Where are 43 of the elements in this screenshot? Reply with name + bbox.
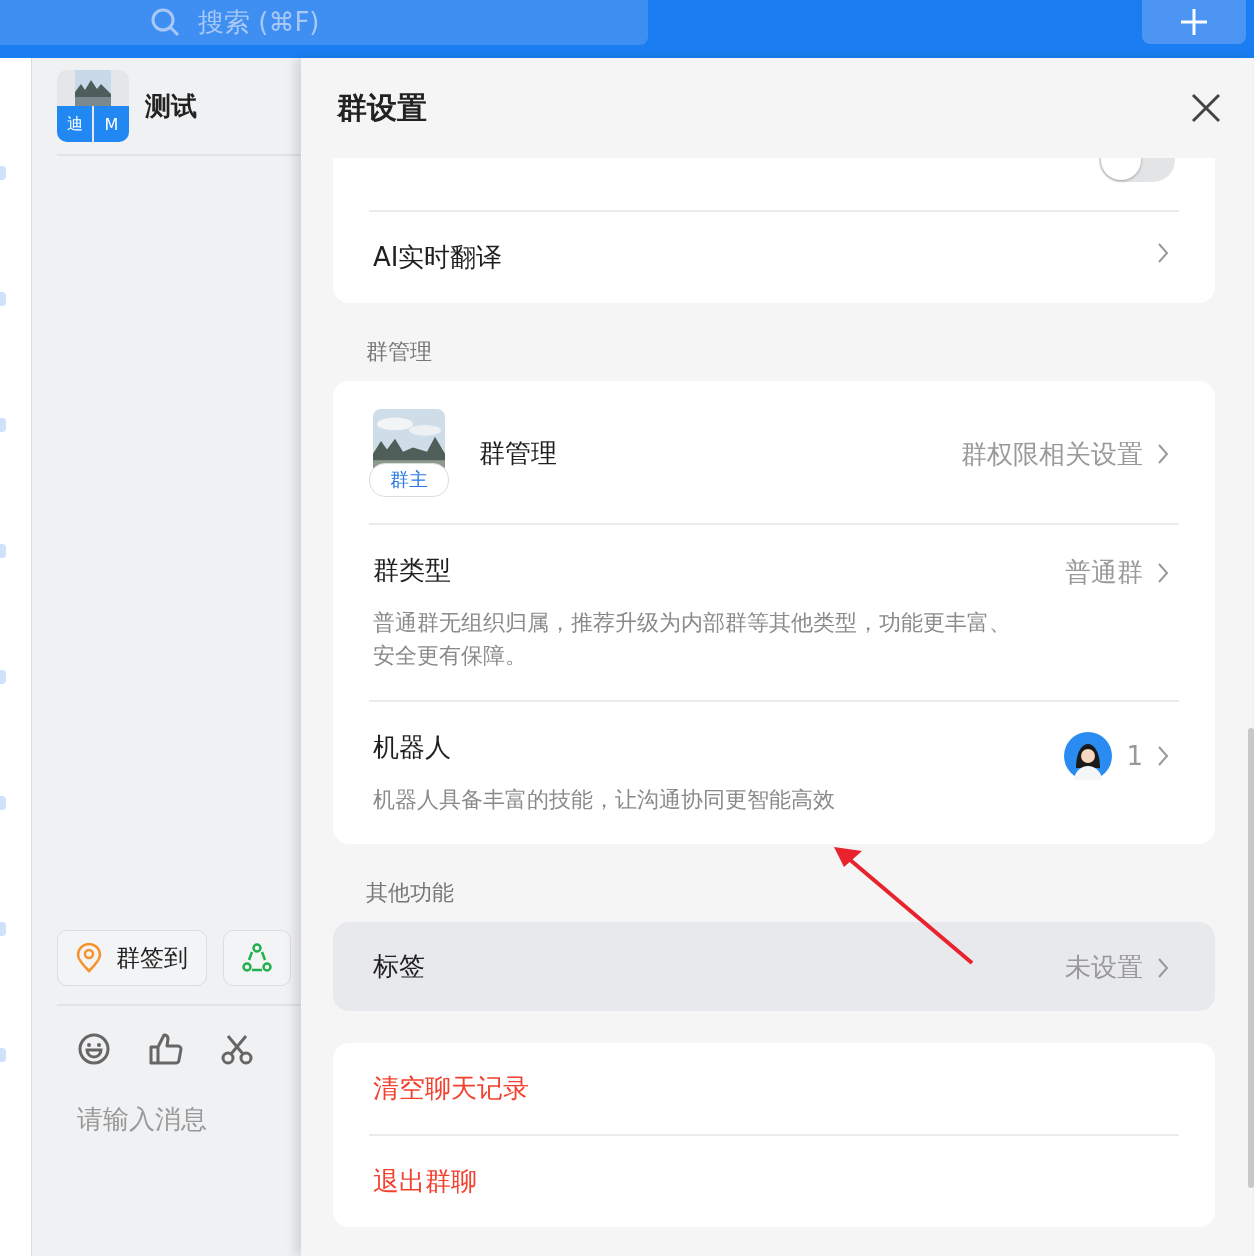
row-description: 普通群无组织归属，推荐升级为内部群等其他类型，功能更丰富、安全更有保障。 <box>373 609 1012 670</box>
avatar-icon <box>1064 732 1113 780</box>
section-heading: 其他功能 <box>365 879 454 907</box>
plus-icon <box>1179 7 1209 37</box>
row-label: 群管理 <box>479 436 557 470</box>
shortcut-button[interactable] <box>223 930 291 986</box>
robot-count: 1 <box>1126 741 1143 771</box>
section-heading: 群管理 <box>365 338 432 366</box>
chevron-right-icon <box>1157 956 1169 979</box>
row-description: 机器人具备丰富的技能，让沟通协同更智能高效 <box>373 786 835 814</box>
row-label: 群类型 <box>373 554 452 587</box>
row-label: 标签 <box>373 950 425 983</box>
group-name: 测试 <box>145 89 197 123</box>
chevron-right-icon <box>1157 561 1169 584</box>
settings-row[interactable]: 标签 未设置 <box>333 922 1215 1011</box>
search-placeholder: 搜索 (⌘F) <box>198 6 320 39</box>
danger-action[interactable]: 退出群聊 <box>333 1136 1215 1227</box>
panel-title: 群设置 <box>337 88 427 127</box>
shortcut-button[interactable]: 群签到 <box>57 930 207 986</box>
settings-row[interactable]: AI实时翻译 <box>333 212 1215 303</box>
row-value: 群权限相关设置 <box>961 437 1143 471</box>
chevron-right-icon <box>1157 443 1169 465</box>
thumbs-up-icon[interactable] <box>149 1033 183 1065</box>
settings-row[interactable]: 群类型 普通群无组织归属，推荐升级为内部群等其他类型，功能更丰富、安全更有保障。 普通群 <box>333 525 1215 700</box>
smiley-icon[interactable] <box>77 1032 111 1066</box>
location-pin-icon <box>76 943 102 973</box>
row-label: 机器人 <box>373 731 452 764</box>
add-button[interactable] <box>1142 0 1246 44</box>
avatar-tile: M <box>94 106 129 142</box>
settings-row[interactable]: 群主 群管理 群权限相关设置 <box>333 381 1215 523</box>
row-value: 未设置 <box>1065 951 1143 984</box>
chevron-right-icon <box>1157 242 1169 264</box>
close-button[interactable] <box>1191 93 1221 123</box>
search-icon <box>150 6 182 39</box>
three-nodes-icon <box>242 943 272 973</box>
owner-badge: 群主 <box>369 463 449 497</box>
row-value: 普通群 <box>1065 556 1143 589</box>
scissors-icon[interactable] <box>221 1033 253 1065</box>
danger-action[interactable]: 清空聊天记录 <box>333 1043 1215 1134</box>
chevron-right-icon <box>1157 745 1169 767</box>
avatar-tile: 迪 <box>57 106 92 142</box>
settings-row[interactable]: 机器人 机器人具备丰富的技能，让沟通协同更智能高效 1 <box>333 702 1215 844</box>
row-label: AI实时翻译 <box>373 241 503 274</box>
